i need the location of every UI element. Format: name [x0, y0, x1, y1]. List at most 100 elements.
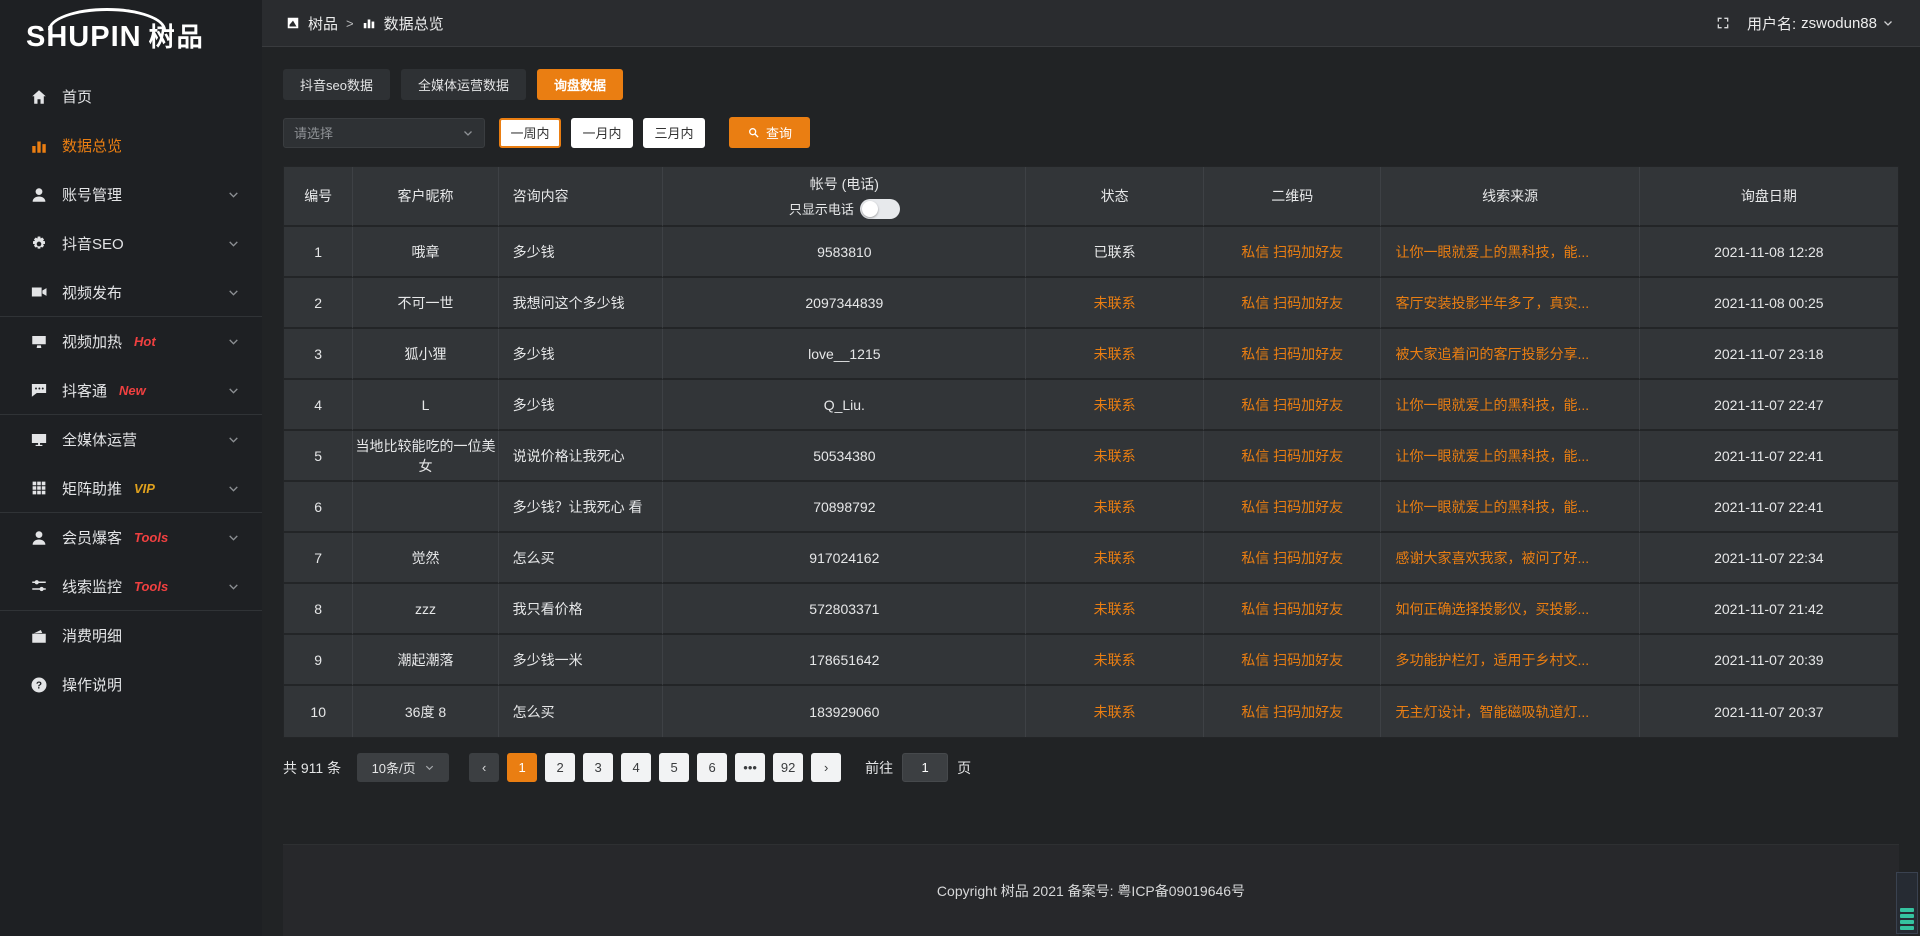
tab[interactable]: 抖音seo数据	[283, 69, 390, 100]
table-row: 6 多少钱？让我死心 看 70898792 未联系 私信 扫码加好友 让你一眼就…	[284, 482, 1898, 533]
cell-source-link[interactable]: 感谢大家喜欢我家，被问了好...	[1381, 533, 1639, 584]
cell-id: 5	[284, 431, 353, 482]
sidebar-item[interactable]: 线索监控 Tools	[0, 562, 262, 611]
cell-qrcode-link[interactable]: 私信 扫码加好友	[1204, 584, 1382, 635]
sidebar-item-label: 抖音SEO	[62, 233, 124, 254]
page-button[interactable]: 92	[773, 753, 803, 782]
cell-qrcode-link[interactable]: 私信 扫码加好友	[1204, 635, 1382, 686]
cell-qrcode-link[interactable]: 私信 扫码加好友	[1204, 482, 1382, 533]
date-range-buttons: 一周内 一月内 三月内	[499, 118, 705, 148]
search-icon	[747, 126, 760, 139]
date-range-button[interactable]: 一月内	[571, 118, 633, 148]
cell-date: 2021-11-08 00:25	[1640, 278, 1898, 329]
page-button[interactable]: ‹	[469, 753, 499, 782]
tab[interactable]: 全媒体运营数据	[401, 69, 526, 100]
cell-nickname: 潮起潮落	[353, 635, 498, 686]
copyright-text: Copyright 树品 2021 备案号: 粤ICP备09019646号	[937, 881, 1245, 901]
cell-source-link[interactable]: 让你一眼就爱上的黑科技，能...	[1381, 380, 1639, 431]
cell-source-link[interactable]: 让你一眼就爱上的黑科技，能...	[1381, 227, 1639, 278]
table-row: 7 觉然 怎么买 917024162 未联系 私信 扫码加好友 感谢大家喜欢我家…	[284, 533, 1898, 584]
cell-content: 多少钱？让我死心 看	[499, 482, 664, 533]
cell-qrcode-link[interactable]: 私信 扫码加好友	[1204, 431, 1382, 482]
sidebar-item[interactable]: 视频发布	[0, 268, 262, 317]
page-button[interactable]: ›	[811, 753, 841, 782]
cell-status: 未联系	[1026, 482, 1204, 533]
sidebar-item[interactable]: 首页	[0, 72, 262, 121]
cell-source-link[interactable]: 让你一眼就爱上的黑科技，能...	[1381, 482, 1639, 533]
sidebar-item[interactable]: 视频加热 Hot	[0, 317, 262, 366]
cell-status: 未联系	[1026, 278, 1204, 329]
cell-content: 多少钱一米	[499, 635, 664, 686]
data-tabs: 抖音seo数据 全媒体运营数据 询盘数据	[283, 69, 1899, 100]
search-button[interactable]: 查询	[729, 117, 810, 148]
chevron-down-icon	[227, 188, 240, 201]
page-button[interactable]: •••	[735, 753, 765, 782]
page-size-select[interactable]: 10条/页	[357, 753, 449, 782]
sidebar-item-icon	[30, 283, 48, 301]
page-button[interactable]: 3	[583, 753, 613, 782]
cell-qrcode-link[interactable]: 私信 扫码加好友	[1204, 329, 1382, 380]
pagination: 共 911 条 10条/页 ‹ 1 2 3 4 5	[283, 753, 1899, 782]
cell-source-link[interactable]: 多功能护栏灯，适用于乡村文...	[1381, 635, 1639, 686]
sidebar-item-icon	[30, 137, 48, 155]
cell-source-link[interactable]: 无主灯设计，智能磁吸轨道灯...	[1381, 686, 1639, 737]
date-range-button[interactable]: 三月内	[643, 118, 705, 148]
cell-source-link[interactable]: 让你一眼就爱上的黑科技，能...	[1381, 431, 1639, 482]
table-row: 4 L 多少钱 Q_Liu. 未联系 私信 扫码加好友 让你一眼就爱上的黑科技，…	[284, 380, 1898, 431]
cell-id: 10	[284, 686, 353, 737]
page-button[interactable]: 1	[507, 753, 537, 782]
sidebar-item-icon	[30, 479, 48, 497]
sidebar-item[interactable]: 消费明细	[0, 611, 262, 660]
sidebar-item[interactable]: 账号管理	[0, 170, 262, 219]
sidebar-item-icon	[30, 235, 48, 253]
phone-toggle[interactable]	[860, 199, 900, 219]
sidebar-item[interactable]: 全媒体运营	[0, 415, 262, 464]
cell-qrcode-link[interactable]: 私信 扫码加好友	[1204, 686, 1382, 737]
chevron-down-icon	[227, 433, 240, 446]
sidebar-item[interactable]: 抖客通 New	[0, 366, 262, 415]
table-row: 3 狐小狸 多少钱 love__1215 未联系 私信 扫码加好友 被大家追着问…	[284, 329, 1898, 380]
phone-toggle-knob	[862, 201, 878, 217]
cell-account: 572803371	[663, 584, 1026, 635]
cell-content: 说说价格让我死心	[499, 431, 664, 482]
floating-widget[interactable]	[1896, 872, 1918, 934]
widget-bar	[1900, 914, 1914, 918]
sidebar-item[interactable]: 矩阵助推 VIP	[0, 464, 262, 513]
cell-qrcode-link[interactable]: 私信 扫码加好友	[1204, 533, 1382, 584]
cell-source-link[interactable]: 被大家追着问的客厅投影分享...	[1381, 329, 1639, 380]
cell-id: 3	[284, 329, 353, 380]
col-account-title: 帐号 (电话)	[810, 174, 879, 194]
sidebar-item-icon	[30, 577, 48, 595]
sidebar-item[interactable]: 抖音SEO	[0, 219, 262, 268]
goto-page-input[interactable]	[902, 753, 948, 782]
cell-source-link[interactable]: 客厅安装投影半年多了，真实...	[1381, 278, 1639, 329]
cell-qrcode-link[interactable]: 私信 扫码加好友	[1204, 278, 1382, 329]
sidebar-item[interactable]: 会员爆客 Tools	[0, 513, 262, 562]
sidebar-item[interactable]: 数据总览	[0, 121, 262, 170]
table-header-row: 编号 客户昵称 咨询内容 帐号 (电话) 只显示电话	[284, 167, 1898, 227]
cell-qrcode-link[interactable]: 私信 扫码加好友	[1204, 227, 1382, 278]
cell-source-link[interactable]: 如何正确选择投影仪，买投影...	[1381, 584, 1639, 635]
page-button[interactable]: 4	[621, 753, 651, 782]
filter-select[interactable]: 请选择	[283, 118, 485, 148]
sidebar-item-label: 账号管理	[62, 184, 122, 205]
page-button[interactable]: 2	[545, 753, 575, 782]
cell-content: 怎么买	[499, 686, 664, 737]
sidebar-item-label: 抖客通	[62, 380, 107, 401]
col-date: 询盘日期	[1640, 167, 1898, 227]
page-button[interactable]: 5	[659, 753, 689, 782]
cell-account: 183929060	[663, 686, 1026, 737]
page-size-value: 10条/页	[372, 758, 416, 777]
page-buttons: ‹ 1 2 3 4 5 6 ••• 92 ›	[469, 753, 841, 782]
breadcrumb-root[interactable]: 树品	[308, 13, 338, 34]
fullscreen-icon[interactable]	[1715, 15, 1731, 31]
user-menu[interactable]: 用户名: zswodun88	[1747, 13, 1894, 34]
date-range-button[interactable]: 一周内	[499, 118, 561, 148]
sidebar-item-badge: VIP	[134, 481, 155, 496]
tab[interactable]: 询盘数据	[537, 69, 623, 100]
cell-qrcode-link[interactable]: 私信 扫码加好友	[1204, 380, 1382, 431]
page-button[interactable]: 6	[697, 753, 727, 782]
sidebar-item[interactable]: ? 操作说明	[0, 660, 262, 709]
cell-status: 未联系	[1026, 431, 1204, 482]
username-label: 用户名:	[1747, 13, 1796, 34]
